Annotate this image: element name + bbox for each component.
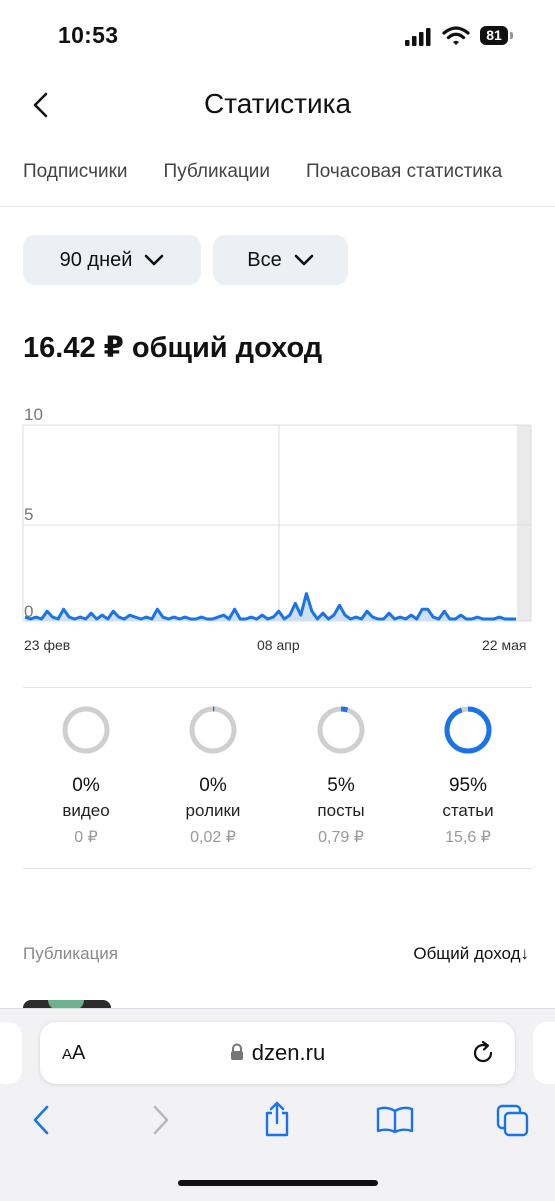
ring-chart: [317, 706, 365, 754]
tab-subscribers[interactable]: Подписчики: [23, 150, 128, 194]
back-arrow-icon[interactable]: [30, 1104, 52, 1136]
breakdown-percent: 0%: [199, 775, 227, 796]
divider: [23, 687, 532, 688]
ring-track: [189, 706, 237, 754]
divider: [23, 868, 532, 869]
lock-icon: [230, 1043, 243, 1060]
breakdown-category: статьи: [442, 801, 494, 820]
status-time: 10:53: [58, 22, 119, 48]
breakdown-articles: 95% статьи 15,6 ₽: [408, 705, 528, 847]
ring-track: [317, 706, 365, 754]
chart-scroll-track: [517, 425, 531, 621]
battery-icon: [510, 32, 513, 39]
x-tick-label: 08 апр: [257, 637, 300, 653]
breakdown-percent: 0%: [72, 775, 100, 796]
tab-bar: Подписчики Публикации Почасовая статистика: [0, 150, 555, 194]
y-tick-label: 10: [24, 405, 43, 424]
ring-track: [62, 706, 110, 754]
type-dropdown-label: Все: [247, 248, 282, 271]
breakdown-category: видео: [62, 801, 110, 820]
url-label: dzen.ru: [251, 1040, 326, 1065]
home-indicator: [178, 1180, 378, 1186]
cellular-signal-icon: [405, 28, 431, 46]
x-tick-label: 23 фев: [24, 637, 70, 653]
sort-income-button[interactable]: Общий доход↓: [413, 944, 529, 964]
breakdown-shorts: 0% ролики 0,02 ₽: [153, 705, 273, 847]
y-tick-label: 5: [24, 505, 33, 524]
period-dropdown[interactable]: 90 дней: [23, 235, 201, 285]
breakdown-percent: 5%: [327, 775, 355, 796]
breakdown-percent: 95%: [448, 775, 488, 796]
breakdown-amount: 0 ₽: [74, 829, 98, 846]
chevron-down-icon: [294, 254, 314, 266]
share-icon[interactable]: [262, 1100, 292, 1138]
income-line: [24, 592, 516, 621]
forward-arrow-icon[interactable]: [150, 1104, 172, 1136]
period-dropdown-label: 90 дней: [59, 248, 133, 271]
breakdown-amount: 0,02 ₽: [190, 829, 236, 846]
wifi-icon: [442, 26, 470, 45]
breakdown-posts: 5% посты 0,79 ₽: [281, 705, 401, 847]
type-dropdown[interactable]: Все: [213, 235, 348, 285]
book-icon[interactable]: [376, 1106, 414, 1134]
ring-progress: [444, 706, 492, 754]
breakdown-category: ролики: [185, 801, 241, 820]
breakdown-amount: 15,6 ₽: [445, 829, 491, 846]
divider: [0, 206, 555, 207]
breakdown-video: 0% видео 0 ₽: [26, 705, 146, 847]
total-income: 16.42 ₽ общий доход: [23, 332, 323, 364]
reload-icon[interactable]: [470, 1040, 496, 1066]
battery-level: 81: [480, 26, 508, 45]
tab-hourly-stats[interactable]: Почасовая статистика: [306, 150, 502, 194]
x-tick-label: 22 мая: [482, 637, 526, 653]
ring-chart: [189, 706, 237, 754]
tabs-icon[interactable]: [496, 1104, 530, 1138]
publication-column-header: Публикация: [23, 944, 119, 963]
ring-chart: [62, 706, 110, 754]
tab-publications[interactable]: Публикации: [164, 150, 271, 194]
income-chart: 10 5 0 23 фев 08 апр 22 мая: [22, 405, 532, 653]
page-title: Статистика: [203, 88, 352, 119]
breakdown-amount: 0,79 ₽: [318, 829, 364, 846]
breakdown-category: посты: [317, 801, 365, 820]
ring-chart: [444, 706, 492, 754]
chevron-down-icon: [145, 254, 164, 266]
